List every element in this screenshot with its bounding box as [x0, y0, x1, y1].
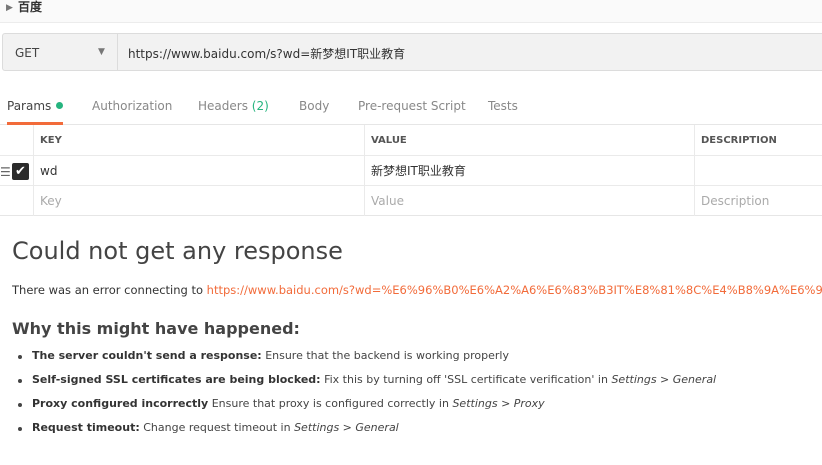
- tab-pre-request-script[interactable]: Pre-request Script: [358, 88, 466, 124]
- error-url-link[interactable]: https://www.baidu.com/s?wd=%E6%96%B0%E6%…: [207, 283, 822, 297]
- tab-pre-request-script-label: Pre-request Script: [358, 99, 466, 113]
- tab-headers[interactable]: Headers (2): [198, 88, 269, 124]
- col-description-header: DESCRIPTION: [694, 125, 822, 155]
- method-label: GET: [15, 46, 40, 60]
- table-row: ☰ ✔ wd 新梦想IT职业教育: [0, 156, 822, 186]
- settings-path: Settings > General: [294, 421, 399, 434]
- tab-params[interactable]: Params: [7, 88, 64, 125]
- error-message: There was an error connecting to https:/…: [12, 282, 822, 298]
- error-prefix: There was an error connecting to: [12, 283, 207, 297]
- param-key-field[interactable]: wd: [33, 156, 364, 185]
- new-param-row: Key Value Description: [0, 186, 822, 216]
- col-key-header: KEY: [33, 125, 364, 155]
- reason-title: Self-signed SSL certificates are being b…: [32, 373, 321, 386]
- response-title: Could not get any response: [12, 237, 343, 265]
- reason-text: Ensure that the backend is working prope…: [265, 349, 509, 362]
- tab-authorization[interactable]: Authorization: [92, 88, 172, 124]
- request-tabs: Params Authorization Headers (2) Body Pr…: [0, 88, 822, 125]
- tab-tests-label: Tests: [488, 99, 518, 113]
- param-value-field[interactable]: 新梦想IT职业教育: [364, 156, 694, 185]
- headers-count: (2): [251, 99, 269, 113]
- row-enabled-checkbox[interactable]: ✔: [12, 163, 29, 180]
- col-value-header: VALUE: [364, 125, 694, 155]
- reason-text: Ensure that proxy is configured correctl…: [211, 397, 449, 410]
- why-heading: Why this might have happened:: [12, 319, 300, 338]
- tab-tests[interactable]: Tests: [488, 88, 518, 124]
- tab-body-label: Body: [299, 99, 330, 113]
- new-key-field[interactable]: Key: [33, 186, 364, 216]
- response-panel: Could not get any response There was an …: [12, 236, 822, 445]
- url-input[interactable]: [128, 43, 808, 63]
- drag-handle-icon[interactable]: ☰: [0, 165, 11, 179]
- tab-headers-label: Headers: [198, 99, 248, 113]
- params-table: KEY VALUE DESCRIPTION ☰ ✔ wd 新梦想IT职业教育 K…: [0, 125, 822, 216]
- reason-text: Change request timeout in: [143, 421, 291, 434]
- collection-title: 百度: [18, 0, 43, 14]
- tab-params-label: Params: [7, 99, 52, 113]
- reasons-list: The server couldn't send a response: Ens…: [12, 349, 822, 435]
- list-item: Proxy configured incorrectly Ensure that…: [12, 397, 822, 411]
- reason-title: Proxy configured incorrectly: [32, 397, 209, 410]
- chevron-down-icon: ▼: [98, 47, 105, 57]
- reason-title: Request timeout:: [32, 421, 140, 434]
- tab-body[interactable]: Body: [299, 88, 329, 124]
- bullet-icon: [18, 355, 22, 359]
- url-field[interactable]: [118, 33, 822, 71]
- bullet-icon: [18, 403, 22, 407]
- params-active-dot-icon: [56, 102, 64, 109]
- bullet-icon: [18, 427, 22, 431]
- list-item: Request timeout: Change request timeout …: [12, 421, 822, 435]
- collection-header[interactable]: ▶ 百度: [0, 0, 822, 23]
- reason-title: The server couldn't send a response:: [32, 349, 262, 362]
- list-item: Self-signed SSL certificates are being b…: [12, 373, 822, 387]
- param-description-field[interactable]: [694, 156, 822, 185]
- settings-path: Settings > General: [611, 373, 717, 386]
- tab-authorization-label: Authorization: [92, 99, 173, 113]
- method-select[interactable]: GET ▼: [2, 33, 118, 71]
- bullet-icon: [18, 379, 22, 383]
- new-description-field[interactable]: Description: [694, 186, 822, 216]
- reason-text: Fix this by turning off 'SSL certificate…: [324, 373, 608, 386]
- new-value-field[interactable]: Value: [364, 186, 694, 216]
- params-header-row: KEY VALUE DESCRIPTION: [0, 125, 822, 156]
- settings-path: Settings > Proxy: [452, 397, 545, 410]
- caret-right-icon[interactable]: ▶: [6, 3, 13, 13]
- list-item: The server couldn't send a response: Ens…: [12, 349, 822, 363]
- request-bar: GET ▼: [0, 31, 822, 73]
